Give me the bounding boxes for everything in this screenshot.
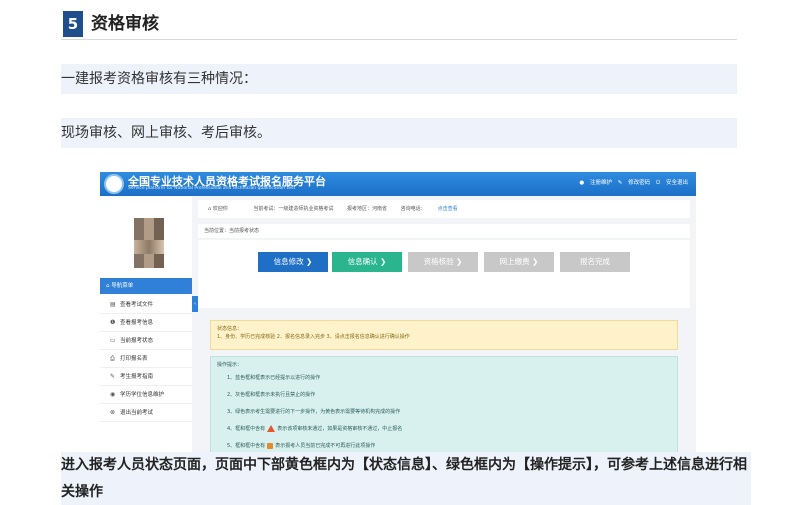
status-heading: 状态信息： [217, 326, 243, 332]
tip-row: 2、灰色框和框表示未执行且禁止的操作 [227, 392, 316, 398]
current-exam: 当前考试：一级建造师执业资格考试 [253, 206, 334, 212]
warning-icon [267, 425, 276, 432]
tip-row: 4、框和框中含有 表示该项审核未通过，如果是资格审核不通过，中止报名 [227, 425, 403, 432]
region: 报考地区：河南省 [346, 206, 387, 212]
change-password-link[interactable]: ✎ 修改密码 [618, 180, 650, 186]
main-panel: ⌂ 欢迎你 当前考试：一级建造师执业资格考试 报考地区：河南省 咨询电话： 点击查… [198, 196, 696, 452]
sidebar-item-exam-info[interactable]: ❶ 查看报考信息 [100, 314, 192, 332]
nav-header: ⌂ 导航菜单 [100, 278, 192, 294]
tip-row: 5、框和框中含有 表示报考人员当前已完成不可再进行此项操作 [227, 442, 376, 449]
avatar-blur [134, 240, 164, 254]
printer-icon: ⎙ [110, 355, 115, 362]
tip-row: 1、蓝色框和框表示已经提示以进行的操作 [227, 375, 321, 381]
info-icon: ❶ [110, 319, 116, 326]
sidebar-item-exit[interactable]: ⊗ 退出当前考试 [100, 404, 192, 422]
step-info-modify-button[interactable]: 信息修改 ❯ [258, 252, 328, 272]
phone: 咨询电话： 点击查看 [400, 206, 458, 212]
platform-subtitle: Service platform for National Profession… [128, 186, 296, 191]
sidebar: ⌂ 导航菜单 ▤ 查看考试文件 ❶ 查看报考信息 ▭ 当前报考状态 ⎙ 打印报名表 ✎ 考… [100, 196, 192, 452]
register-link[interactable]: ● 注册维护 [579, 180, 612, 186]
operation-tips-box: 操作提示： 1、蓝色框和框表示已经提示以进行的操作 2、灰色框和框表示未执行且禁… [210, 356, 678, 452]
lock-icon [267, 442, 274, 449]
step-qualification-check: 资格核验 ❯ [408, 252, 478, 272]
paragraph-intro: 一建报考资格审核有三种情况： [61, 64, 737, 94]
exit-icon: ⊗ [110, 409, 116, 416]
embedded-screenshot: 全国专业技术人员资格考试报名服务平台 Service platform for … [100, 172, 696, 452]
section-number: 5 [63, 11, 83, 37]
file-icon: ▤ [110, 301, 116, 308]
step-online-payment: 网上缴费 ❯ [484, 252, 554, 272]
logout-link[interactable]: ⏻ 安全退出 [656, 180, 688, 186]
breadcrumb: 当前位置：当前报考状态 [198, 224, 690, 238]
sidebar-item-guide[interactable]: ✎ 考生报考指南 [100, 368, 192, 386]
info-bar: ⌂ 欢迎你 当前考试：一级建造师执业资格考试 报考地区：河南省 咨询电话： 点击查… [198, 200, 690, 218]
welcome-text: ⌂ 欢迎你 [208, 206, 228, 212]
sidebar-item-status[interactable]: ▭ 当前报考状态 [100, 332, 192, 350]
tips-heading: 操作提示： [217, 362, 243, 368]
steps-panel: 信息修改 ❯ 信息确认 ❯ 资格核验 ❯ 网上缴费 ❯ 报名完成 [198, 240, 690, 308]
edu-icon: ◉ [110, 391, 116, 398]
section-header: 5 资格审核 [61, 10, 737, 40]
bottom-paragraph: 进入报考人员状态页面，页面中下部黄色框内为【状态信息】、绿色框内为【操作提示】，… [61, 452, 751, 505]
step-complete: 报名完成 [560, 252, 630, 272]
sidebar-item-education[interactable]: ◉ 学历学位信息维护 [100, 386, 192, 404]
status-info-box: 状态信息： 1、身份、学历已完成核验 2、报名信息录入完步 3、请点击报名信息确… [210, 320, 678, 350]
book-icon: ✎ [110, 373, 116, 380]
section-title: 资格审核 [91, 14, 159, 34]
platform-header: 全国专业技术人员资格考试报名服务平台 Service platform for … [100, 172, 696, 196]
sidebar-item-exam-files[interactable]: ▤ 查看考试文件 [100, 296, 192, 314]
sidebar-item-print[interactable]: ⎙ 打印报名表 [100, 350, 192, 368]
status-text: 1、身份、学历已完成核验 2、报名信息录入完步 3、请点击报名信息确认进行确认操… [217, 334, 410, 340]
step-info-confirm-button[interactable]: 信息确认 ❯ [332, 252, 402, 272]
paragraph-types: 现场审核、网上审核、考后审核。 [61, 118, 737, 148]
monitor-icon: ▭ [110, 337, 116, 344]
top-links: ● 注册维护 ✎ 修改密码 ⏻ 安全退出 [575, 178, 688, 187]
platform-logo [104, 174, 124, 194]
phone-link[interactable]: 点击查看 [438, 206, 458, 212]
tip-row: 3、绿色表示考生需要进行的下一步操作，为黄色表示需要等待机构完成的操作 [227, 409, 401, 415]
